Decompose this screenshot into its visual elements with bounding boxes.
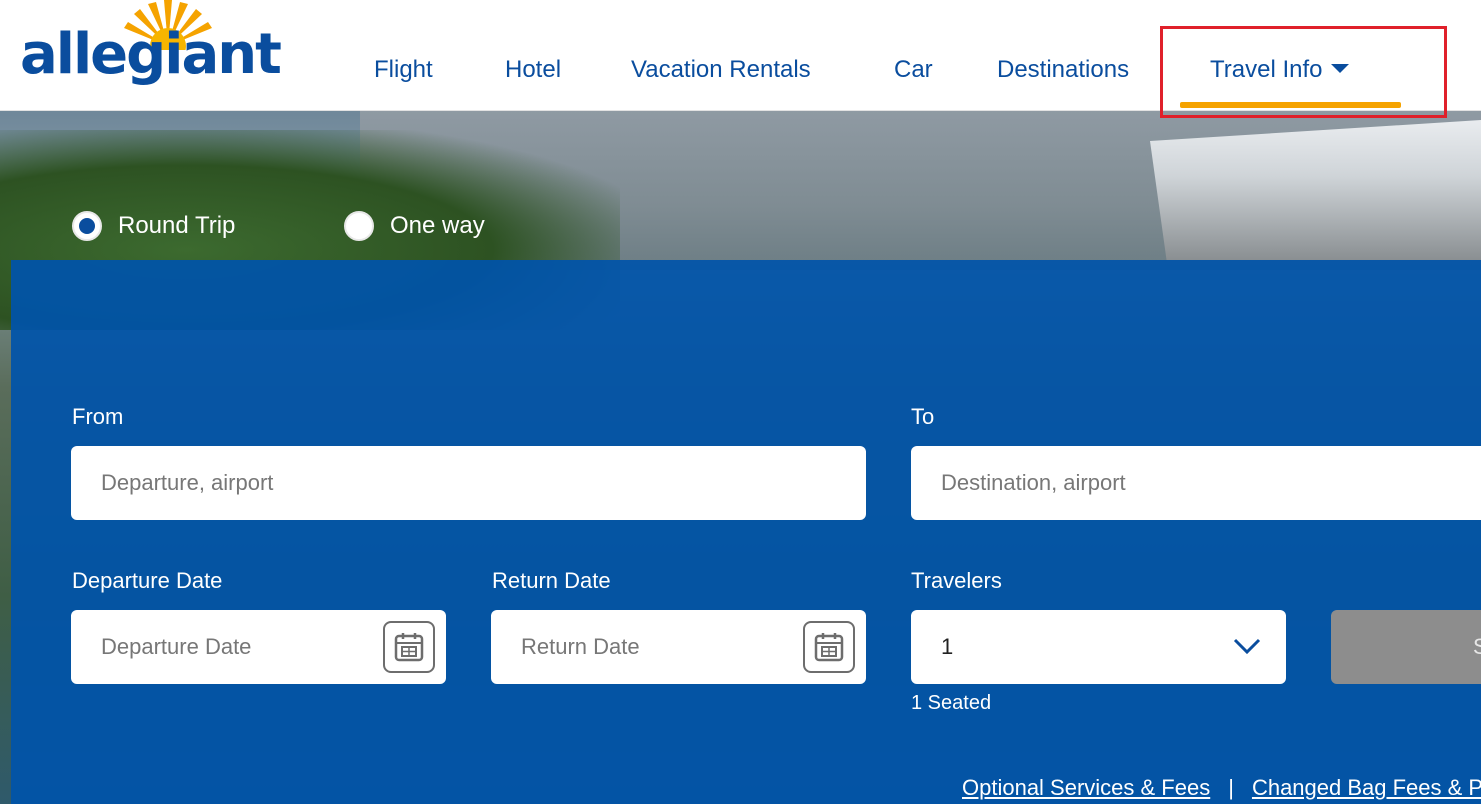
radio-one-way[interactable]: One way [344, 208, 485, 244]
radio-one-way-label: One way [390, 212, 485, 239]
calendar-icon [394, 633, 424, 662]
radio-round-trip-control[interactable] [72, 211, 102, 241]
nav-destinations[interactable]: Destinations [997, 56, 1129, 84]
travelers-value: 1 [941, 634, 954, 659]
footer-links: Optional Services & Fees | Changed Bag Fee… [962, 775, 1481, 801]
optional-services-fees-link[interactable]: Optional Services & Fees [962, 775, 1210, 800]
radio-round-trip-label: Round Trip [118, 212, 236, 239]
booking-panel [11, 260, 1481, 804]
return-calendar-button[interactable] [803, 621, 855, 673]
allegiant-logo[interactable]: allegiant [10, 0, 282, 100]
from-label: From [72, 404, 124, 429]
travelers-seated-note: 1 Seated [911, 692, 992, 714]
nav-hotel[interactable]: Hotel [505, 56, 561, 84]
return-date-label: Return Date [492, 568, 611, 593]
departure-calendar-button[interactable] [383, 621, 435, 673]
departure-date-label: Departure Date [72, 568, 223, 593]
nav-vacation-rentals[interactable]: Vacation Rentals [631, 56, 811, 84]
to-input[interactable] [911, 446, 1481, 520]
hero-building [1150, 120, 1481, 260]
radio-round-trip[interactable]: Round Trip [72, 208, 235, 244]
search-button-label: S [1473, 634, 1481, 659]
travelers-label: Travelers [911, 568, 1002, 593]
changed-bag-fees-link[interactable]: Changed Bag Fees & P [1252, 775, 1481, 800]
highlight-box [1160, 26, 1447, 118]
nav-flight[interactable]: Flight [374, 56, 433, 84]
to-label: To [911, 404, 935, 429]
nav-car[interactable]: Car [894, 56, 933, 84]
logo-wordmark: allegiant [20, 22, 282, 87]
calendar-icon [814, 633, 844, 662]
travelers-select[interactable]: 1 [911, 610, 1286, 684]
footer-separator: | [1228, 775, 1234, 800]
search-button[interactable]: S [1331, 610, 1481, 684]
radio-one-way-control[interactable] [344, 211, 374, 241]
from-input[interactable] [71, 446, 866, 520]
chevron-down-icon [1233, 638, 1261, 655]
